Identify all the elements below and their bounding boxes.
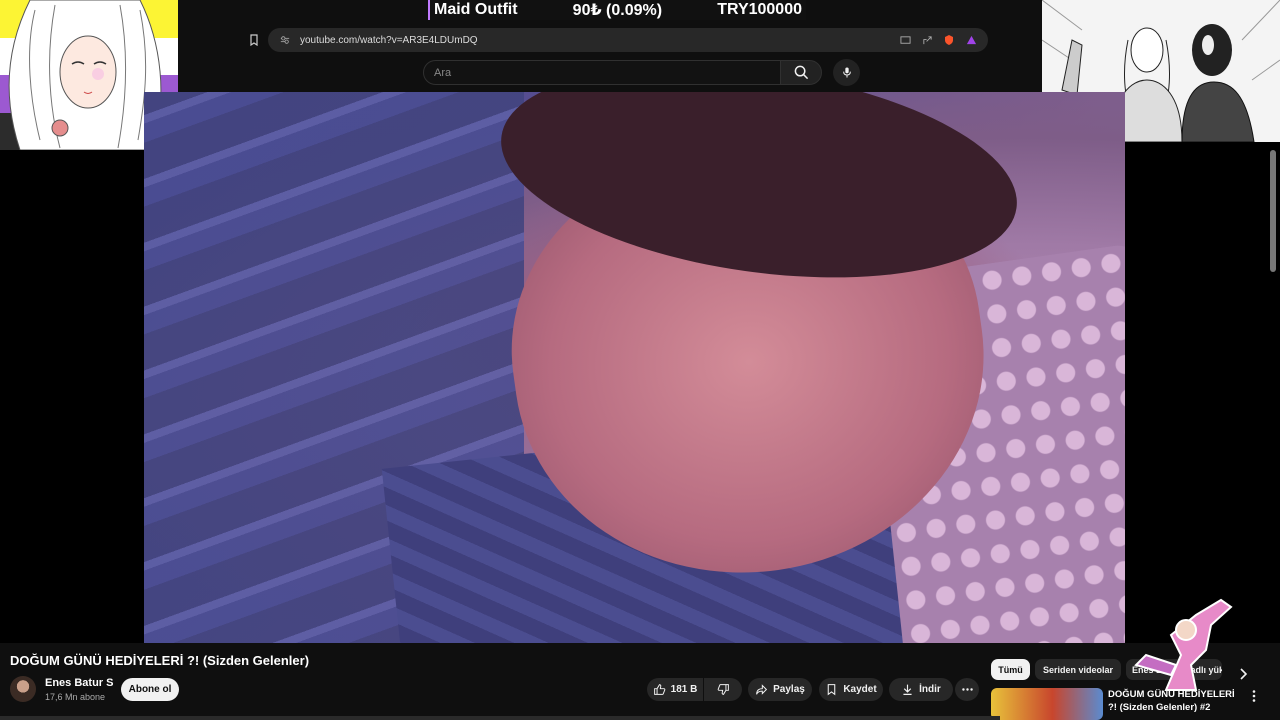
save-playlist-icon — [828, 684, 836, 696]
chip-all[interactable]: Tümü — [991, 659, 1030, 680]
site-info-icon[interactable] — [278, 33, 292, 47]
donation-goal-banner: Maid Outfit 90₺ (0.09%) TRY100000 — [428, 0, 806, 20]
brave-rewards-icon[interactable] — [964, 33, 978, 47]
subscriber-count: 17,6 Mn abone — [45, 692, 106, 702]
like-count: 181 B — [670, 684, 698, 695]
chip-series-videos[interactable]: Seriden videolar — [1035, 659, 1121, 680]
download-button[interactable]: İndir — [889, 678, 953, 701]
thumbs-down-icon — [717, 684, 729, 695]
search-icon — [794, 65, 808, 80]
video-title: DOĞUM GÜNÜ HEDİYELERİ ?! (Sizden Gelenle… — [10, 653, 310, 668]
microphone-icon — [842, 67, 851, 78]
comments-divider — [0, 716, 1000, 720]
save-label: Kaydet — [843, 684, 877, 695]
search-input[interactable]: Ara — [423, 60, 781, 85]
download-icon — [903, 684, 912, 695]
subscribe-button[interactable]: Abone ol — [121, 678, 179, 701]
save-button[interactable]: Kaydet — [819, 678, 883, 701]
screen: youtube.com/watch?v=AR3E4LDUmDQ Ara Maid… — [0, 0, 1280, 720]
share-label: Paylaş — [773, 684, 805, 695]
download-label: İndir — [919, 684, 941, 695]
brave-shield-icon[interactable] — [942, 33, 956, 47]
share-arrow-icon — [756, 684, 768, 695]
address-bar[interactable]: youtube.com/watch?v=AR3E4LDUmDQ — [268, 28, 988, 52]
jojo-pose-sticker — [1134, 598, 1233, 691]
recommended-video-thumbnail[interactable] — [991, 688, 1103, 720]
donation-goal: TRY100000 — [717, 1, 802, 18]
donation-item: Maid Outfit — [434, 1, 518, 18]
dislike-button[interactable] — [704, 678, 742, 701]
search-placeholder: Ara — [434, 66, 452, 79]
more-horizontal-icon — [961, 688, 973, 691]
page-scrollbar[interactable] — [1270, 150, 1276, 272]
voice-search-button[interactable] — [833, 59, 860, 86]
donation-amount: 90₺ (0.09%) — [572, 2, 663, 19]
search-button[interactable] — [780, 60, 822, 85]
recommended-video-title[interactable]: DOĞUM GÜNÜ HEDİYELERİ ?! (Sizden Gelenle… — [1108, 688, 1238, 714]
share-button[interactable]: Paylaş — [748, 678, 812, 701]
channel-avatar[interactable] — [10, 676, 36, 702]
thumbs-up-icon — [653, 684, 665, 695]
share-page-icon[interactable] — [920, 33, 934, 47]
bookmark-icon[interactable] — [248, 34, 260, 46]
more-actions-button[interactable] — [955, 678, 979, 701]
cast-icon[interactable] — [898, 33, 912, 47]
channel-name[interactable]: Enes Batur S — [45, 677, 113, 689]
video-player[interactable] — [144, 92, 1125, 643]
like-button[interactable]: 181 B — [647, 678, 703, 701]
url-text[interactable]: youtube.com/watch?v=AR3E4LDUmDQ — [300, 35, 898, 46]
more-vertical-icon[interactable] — [1248, 689, 1260, 703]
